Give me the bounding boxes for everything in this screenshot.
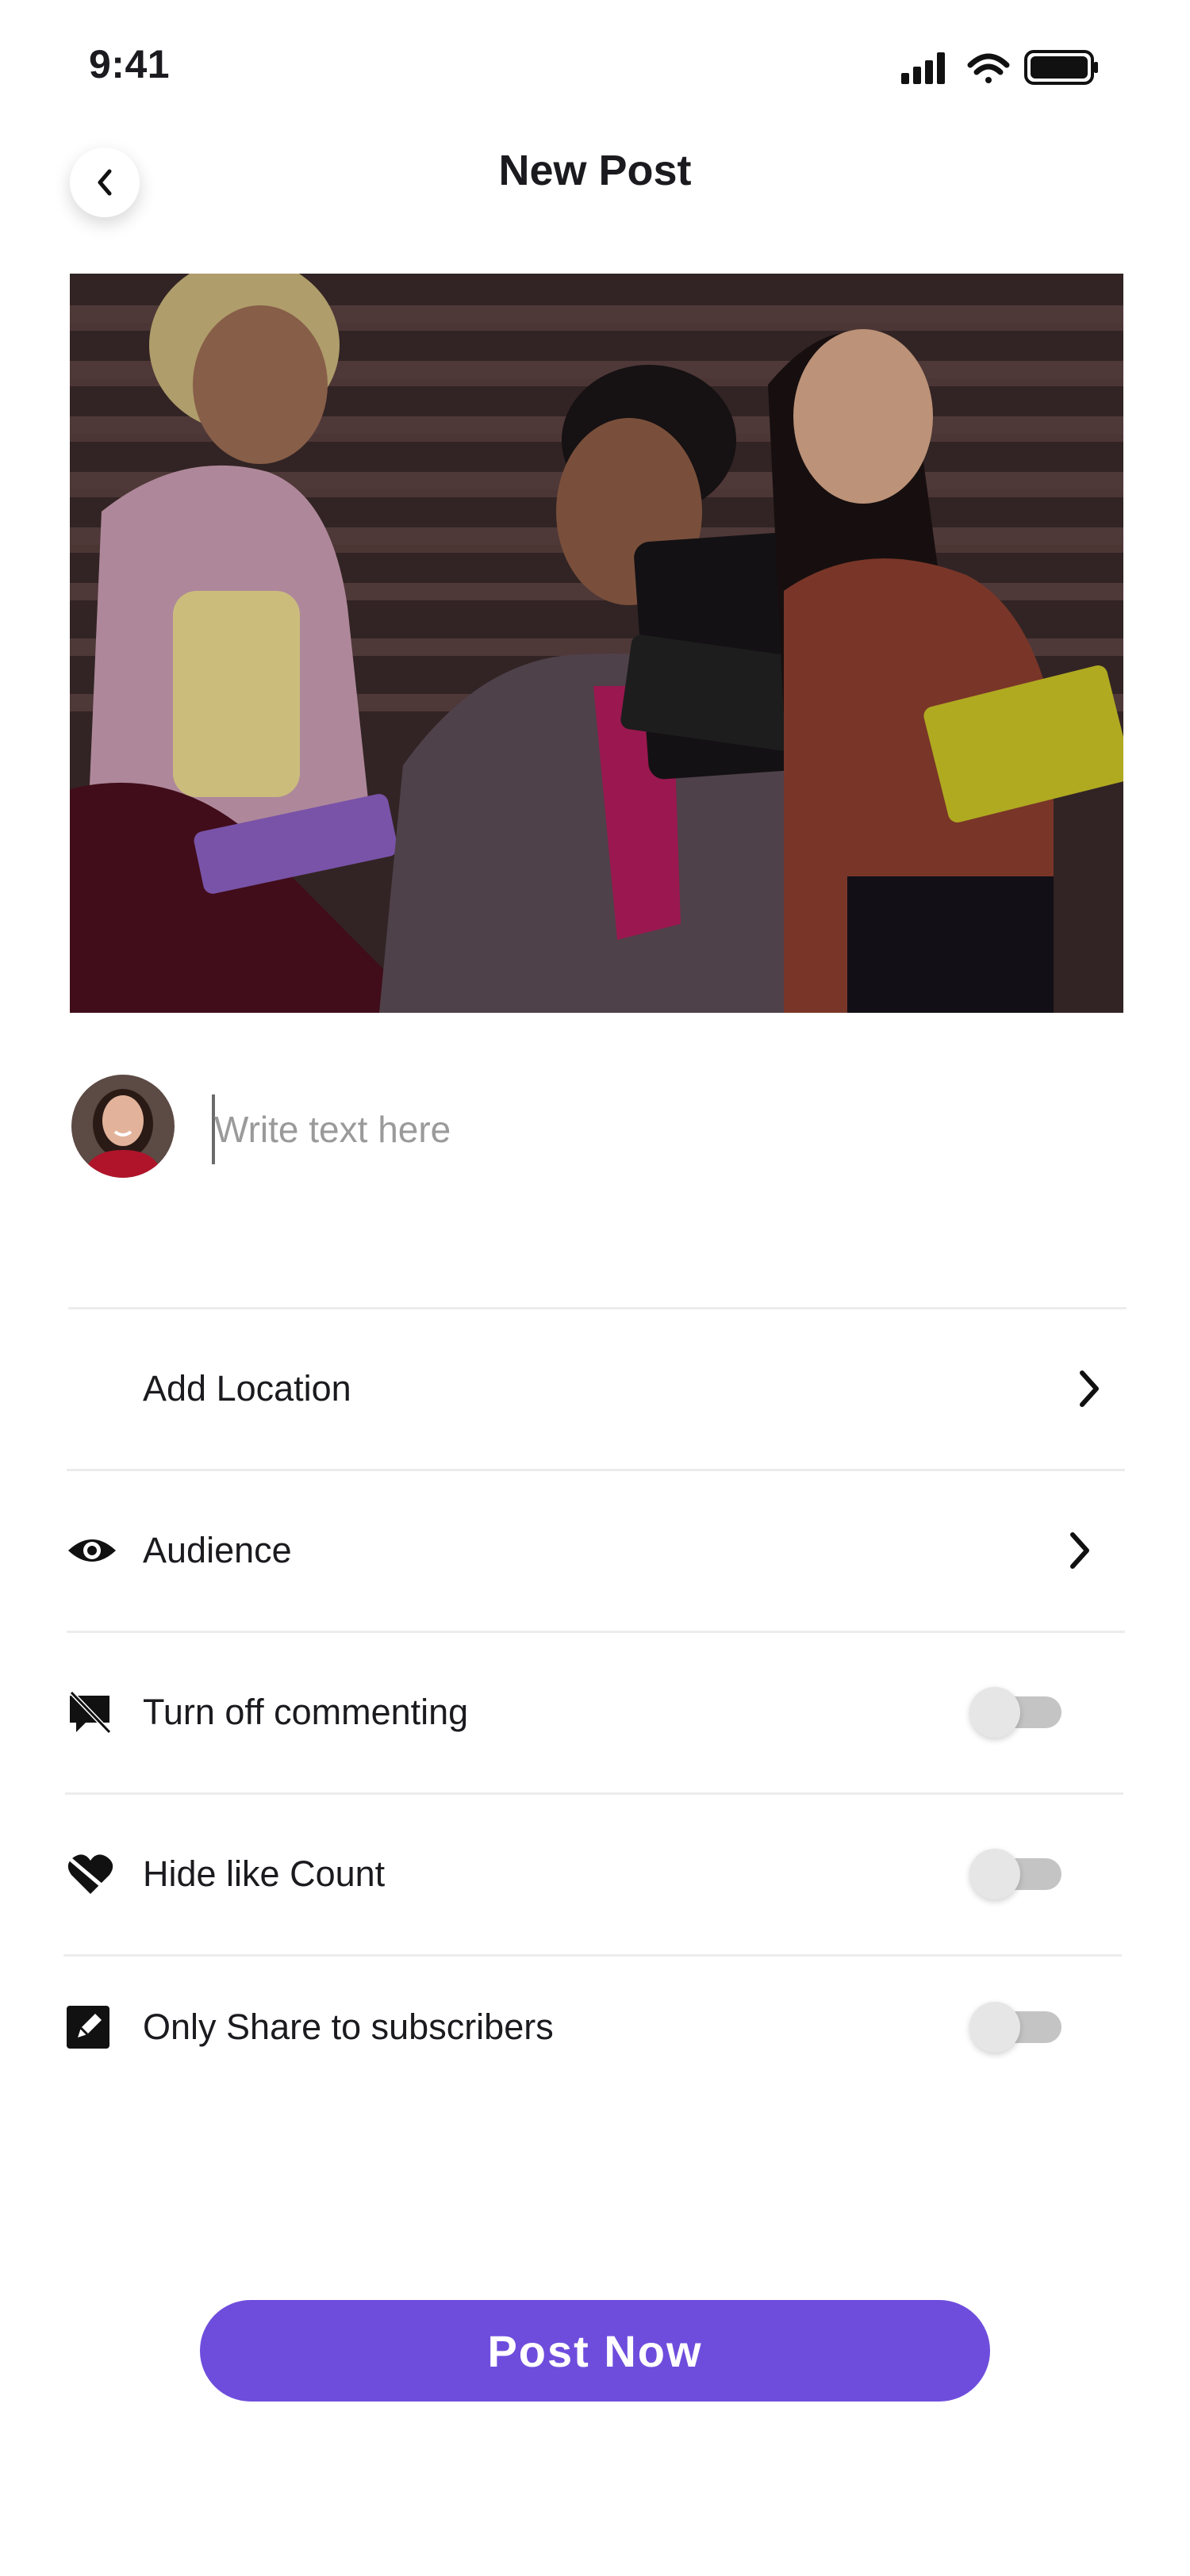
wifi-icon	[967, 53, 1010, 83]
avatar	[71, 1075, 175, 1178]
eye-icon	[67, 1512, 143, 1589]
post-now-button[interactable]: Post Now	[200, 2300, 990, 2402]
commenting-label: Turn off commenting	[143, 1692, 469, 1732]
comment-off-icon	[67, 1674, 143, 1750]
subscribers-toggle[interactable]	[969, 2002, 1061, 2053]
post-photo[interactable]	[70, 274, 1123, 1013]
location-icon	[67, 1351, 143, 1427]
like-count-label: Hide like Count	[143, 1853, 386, 1894]
chevron-right-icon	[1070, 1532, 1089, 1569]
subscribers-row: Only Share to subscribers	[67, 1956, 1125, 2099]
audience-row[interactable]: Audience	[67, 1470, 1125, 1631]
chevron-right-icon	[1080, 1370, 1099, 1407]
like-count-toggle[interactable]	[969, 1849, 1061, 1899]
toggle-knob	[969, 1687, 1020, 1738]
audience-label: Audience	[143, 1530, 292, 1570]
toggle-knob	[969, 1849, 1020, 1899]
status-icons	[901, 48, 1100, 87]
page-title: New Post	[498, 147, 692, 194]
edit-note-icon	[67, 1989, 143, 2065]
battery-icon	[1024, 50, 1098, 85]
status-time: 9:41	[89, 42, 171, 86]
post-text-input[interactable]	[214, 1098, 1087, 1161]
add-location-label: Add Location	[143, 1368, 351, 1409]
commenting-toggle[interactable]	[969, 1687, 1061, 1738]
toggle-knob	[969, 2002, 1020, 2053]
signal-icon	[901, 52, 945, 84]
like-count-row: Hide like Count	[67, 1794, 1125, 1954]
commenting-row: Turn off commenting	[67, 1632, 1125, 1792]
add-location-row[interactable]: Add Location	[67, 1309, 1125, 1469]
heart-off-icon	[67, 1836, 143, 1912]
subscribers-label: Only Share to subscribers	[143, 2007, 554, 2047]
